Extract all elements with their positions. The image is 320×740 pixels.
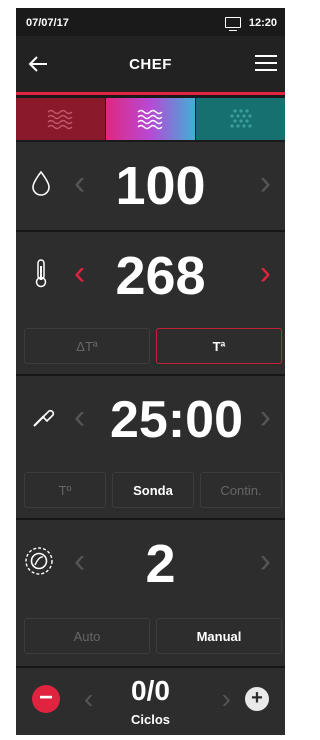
- cycles-decrease-button[interactable]: ‹: [84, 685, 93, 713]
- thermometer-icon: [35, 259, 47, 288]
- app-bar: CHEF: [16, 36, 285, 92]
- time-value: 25:00: [110, 391, 243, 449]
- probe-icon: [33, 409, 55, 427]
- mode-combi-button[interactable]: [106, 98, 195, 140]
- sonda-button[interactable]: Sonda: [112, 472, 194, 508]
- temperature-increase-button[interactable]: ›: [260, 256, 271, 290]
- mode-steam-button[interactable]: [16, 98, 105, 140]
- hamburger-icon[interactable]: [255, 55, 277, 72]
- time-t-button[interactable]: Tº: [24, 472, 106, 508]
- time-section: ‹ 25:00 › Tº Sonda Contin.: [16, 376, 285, 520]
- delta-temperature-button[interactable]: ΔTª: [24, 328, 150, 364]
- minus-icon[interactable]: −: [32, 685, 60, 713]
- drop-icon: [32, 170, 50, 196]
- accent-divider: [16, 92, 285, 95]
- humidity-section: ‹ 100 ›: [16, 142, 285, 232]
- fan-section: ‹ 2 › Auto Manual: [16, 520, 285, 668]
- humidity-increase-button[interactable]: ›: [260, 166, 271, 200]
- humidity-value: 100: [115, 156, 206, 216]
- screen-cast-icon: [225, 17, 241, 31]
- wave-icon: [137, 109, 163, 130]
- fan-manual-button[interactable]: Manual: [156, 618, 282, 654]
- phone-screen: 07/07/17 12:20 CHEF ‹ 100 › ‹ 268 › ΔTª …: [16, 8, 285, 735]
- status-date: 07/07/17: [26, 17, 69, 29]
- cycles-value: 0/0: [131, 675, 170, 706]
- fan-increase-button[interactable]: ›: [260, 544, 271, 578]
- fan-icon: [25, 547, 53, 575]
- page-title: CHEF: [129, 56, 172, 73]
- status-bar: 07/07/17 12:20: [16, 8, 285, 36]
- continuous-button[interactable]: Contin.: [200, 472, 282, 508]
- status-time: 12:20: [248, 17, 277, 29]
- time-increase-button[interactable]: ›: [260, 400, 271, 434]
- wave-icon: [47, 109, 73, 130]
- temperature-value: 268: [115, 246, 206, 306]
- time-decrease-button[interactable]: ‹: [74, 400, 85, 434]
- fan-value: 2: [145, 534, 176, 594]
- mode-convection-button[interactable]: [196, 98, 285, 140]
- dots-icon: [230, 109, 252, 128]
- cycles-label: Ciclos: [130, 712, 170, 727]
- mode-selector: [16, 98, 285, 140]
- fan-auto-button[interactable]: Auto: [24, 618, 150, 654]
- cycles-increase-button[interactable]: ›: [222, 685, 231, 713]
- cycles-bar: − ‹ 0/0 Ciclos › +: [16, 668, 285, 735]
- plus-icon[interactable]: +: [245, 687, 269, 711]
- temperature-section: ‹ 268 › ΔTª Tª: [16, 232, 285, 376]
- temperature-mode-button[interactable]: Tª: [156, 328, 282, 364]
